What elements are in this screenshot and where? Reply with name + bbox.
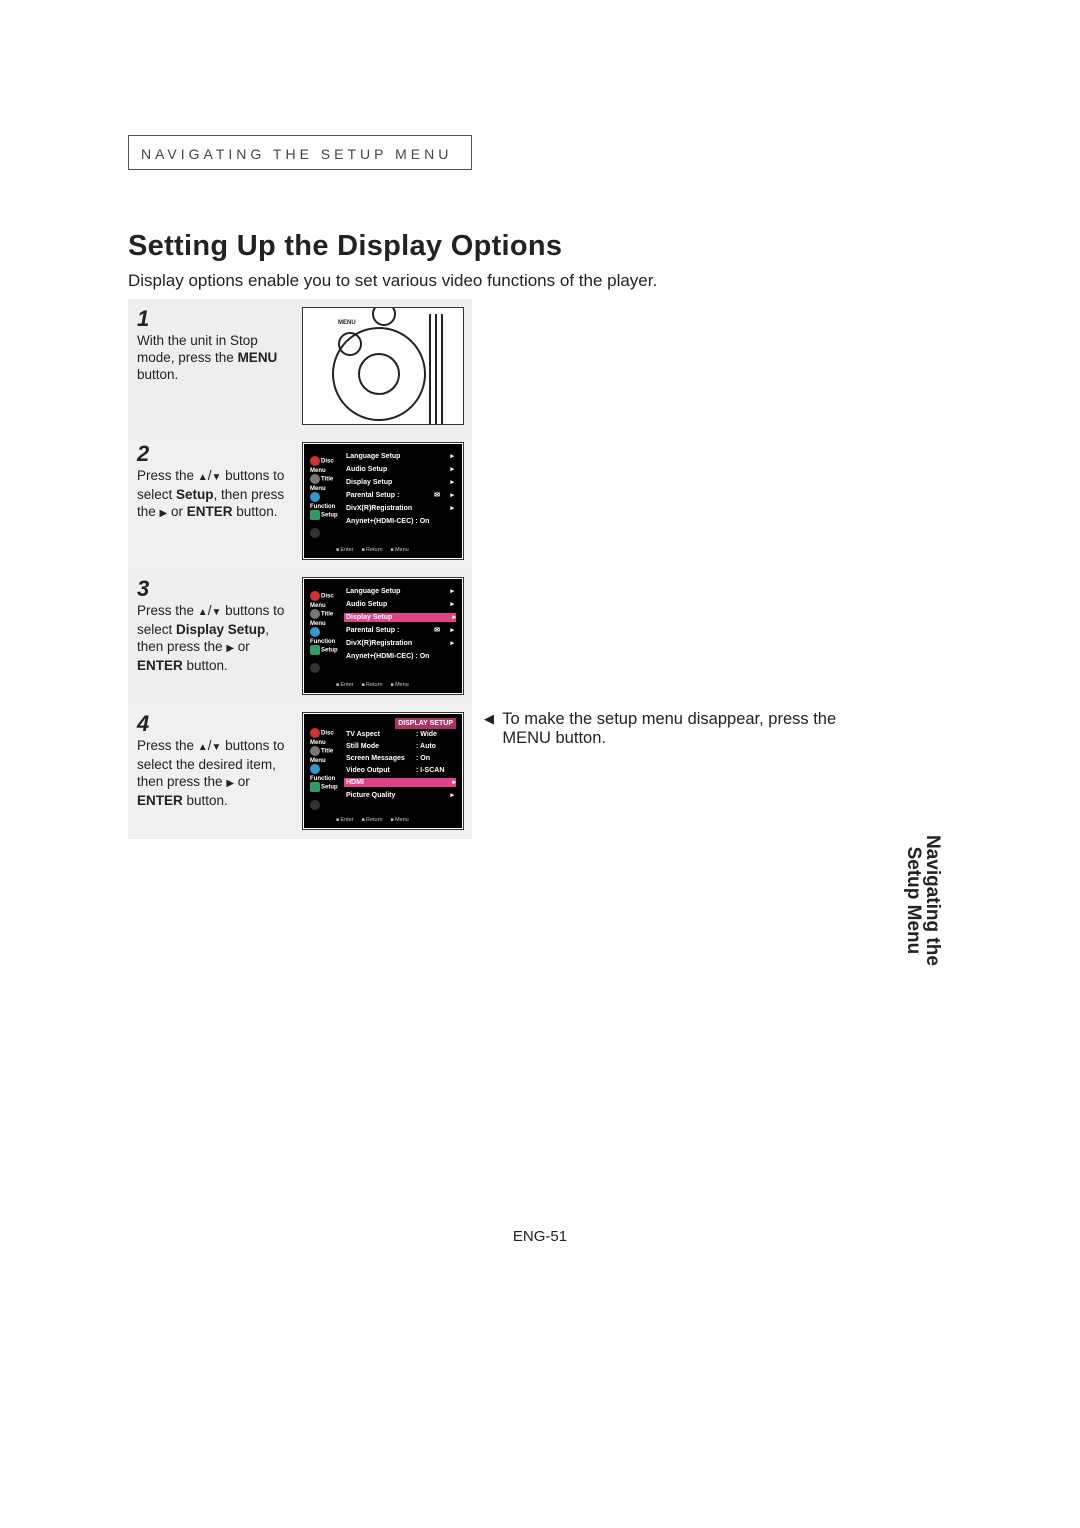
osd-row: Language Setup▸	[346, 452, 454, 461]
osd-row: Parental Setup :✉▸	[346, 491, 454, 500]
step-3: 3 Press the / buttons to select Display …	[128, 569, 472, 704]
chapter-tag-box: NAVIGATING THE SETUP MENU	[128, 135, 472, 170]
osd-row-selected: HDMI▸	[344, 778, 456, 787]
menu-label: MENU	[338, 320, 356, 326]
osd-row: Parental Setup :✉▸	[346, 626, 454, 635]
page-title: Setting Up the Display Options	[128, 230, 952, 263]
step-4: 4 Press the / buttons to select the desi…	[128, 704, 472, 839]
step-2: 2 Press the / buttons to select Setup, t…	[128, 434, 472, 569]
osd-row: TV Aspect: Wide	[346, 730, 454, 739]
osd-row: Screen Messages: On	[346, 754, 454, 763]
osd-footer: EnterReturnMenu	[308, 816, 458, 825]
steps-column: 1 With the unit in Stop mode, press the …	[128, 299, 472, 839]
dpad-center-icon	[358, 353, 400, 395]
osd-preview: Disc Menu Title Menu Function Setup Lang…	[304, 579, 462, 693]
down-arrow-icon	[211, 738, 221, 753]
step-text: Press the / buttons to select Setup, the…	[137, 467, 289, 522]
down-arrow-icon	[211, 603, 221, 618]
chapter-tag: NAVIGATING THE SETUP MENU	[141, 146, 452, 162]
osd-header: DISPLAY SETUP	[395, 718, 456, 729]
osd-row: Anynet+(HDMI-CEC) : On	[346, 652, 454, 661]
side-tab-line1: Navigating the	[922, 835, 943, 966]
step-text: Press the / buttons to select Display Se…	[137, 602, 289, 674]
osd-row: Audio Setup▸	[346, 465, 454, 474]
osd-footer: EnterReturnMenu	[308, 681, 458, 690]
up-arrow-icon	[198, 603, 208, 618]
remote-bars-decor	[426, 314, 448, 424]
osd-row: Audio Setup▸	[346, 600, 454, 609]
step-illustration: DISPLAY SETUP Disc Menu Title Menu Funct…	[302, 712, 464, 830]
step-illustration: Disc Menu Title Menu Function Setup Lang…	[302, 577, 464, 695]
right-arrow-icon	[226, 639, 234, 654]
up-arrow-icon	[198, 738, 208, 753]
osd-row: Video Output: I-SCAN	[346, 766, 454, 775]
osd-side-icon-function: Function	[310, 764, 338, 784]
osd-row: Still Mode: Auto	[346, 742, 454, 751]
osd-side-icon-disc: Disc Menu	[310, 591, 338, 611]
osd-row-selected: Display Setup▸	[344, 613, 456, 622]
osd-preview: DISPLAY SETUP Disc Menu Title Menu Funct…	[304, 714, 462, 828]
osd-side-icon-title: Title Menu	[310, 609, 338, 629]
small-button-icon	[372, 307, 396, 326]
intro-text: Display options enable you to set variou…	[128, 271, 952, 291]
page-number: ENG-51	[128, 1228, 952, 1245]
side-tab-line2: Setup Menu	[903, 847, 924, 955]
osd-row: Picture Quality▸	[346, 791, 454, 800]
osd-side-icon-function: Function	[310, 627, 338, 647]
remote-illustration: MENU	[318, 314, 448, 419]
osd-row: Display Setup▸	[346, 478, 454, 487]
osd-preview: Disc Menu Title Menu Function Setup Lang…	[304, 444, 462, 558]
step-text: Press the / buttons to select the desire…	[137, 737, 289, 809]
footer-note: To make the setup menu disappear, press …	[484, 710, 944, 748]
osd-side-icon-dot	[310, 800, 338, 811]
osd-side-icon-disc: Disc Menu	[310, 456, 338, 476]
osd-side-icon-setup: Setup	[310, 782, 338, 793]
osd-row: DivX(R)Registration▸	[346, 504, 454, 513]
up-arrow-icon	[198, 468, 208, 483]
osd-row: DivX(R)Registration▸	[346, 639, 454, 648]
osd-side-icon-dot	[310, 528, 338, 539]
osd-side-icon-setup: Setup	[310, 510, 338, 521]
osd-side-icon-title: Title Menu	[310, 746, 338, 766]
osd-side-icon-setup: Setup	[310, 645, 338, 656]
step-illustration: Disc Menu Title Menu Function Setup Lang…	[302, 442, 464, 560]
osd-row: Anynet+(HDMI-CEC) : On	[346, 517, 454, 526]
osd-side-icon-title: Title Menu	[310, 474, 338, 494]
step-illustration: MENU	[302, 307, 464, 425]
osd-side-icon-dot	[310, 663, 338, 674]
step-text: With the unit in Stop mode, press the ME…	[137, 332, 289, 383]
osd-side-icon-disc: Disc Menu	[310, 728, 338, 748]
right-arrow-icon	[226, 774, 234, 789]
osd-footer: EnterReturnMenu	[308, 546, 458, 555]
step-1: 1 With the unit in Stop mode, press the …	[128, 299, 472, 434]
osd-row: Language Setup▸	[346, 587, 454, 596]
down-arrow-icon	[211, 468, 221, 483]
left-arrow-icon	[484, 709, 494, 727]
osd-side-icon-function: Function	[310, 492, 338, 512]
